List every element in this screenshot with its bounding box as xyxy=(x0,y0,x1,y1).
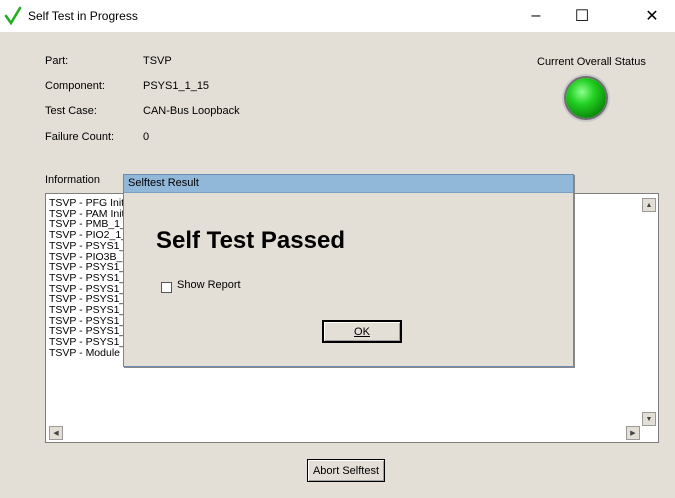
information-label: Information xyxy=(45,174,101,186)
green-check-icon xyxy=(4,6,22,26)
status-indicator-icon xyxy=(566,78,606,118)
part-label: Part: xyxy=(45,55,69,67)
part-value: TSVP xyxy=(143,55,172,67)
testcase-value: CAN-Bus Loopback xyxy=(143,105,240,117)
ok-button-label: OK xyxy=(354,325,370,338)
maximize-button[interactable]: ☐ xyxy=(559,0,605,32)
title-bar: Self Test in Progress – ☐ ✕ xyxy=(0,0,675,32)
failure-count-value: 0 xyxy=(143,131,150,143)
show-report-label[interactable]: Show Report xyxy=(177,279,241,291)
status-label: Current Overall Status xyxy=(537,56,646,68)
failure-count-label: Failure Count: xyxy=(45,131,115,143)
minimize-button[interactable]: – xyxy=(513,0,559,32)
scroll-down-arrow-icon[interactable]: ▼ xyxy=(642,412,656,426)
close-button[interactable]: ✕ xyxy=(629,0,675,32)
selftest-result-dialog: Selftest Result Self Test Passed Show Re… xyxy=(123,174,574,367)
minimize-icon: – xyxy=(531,7,541,24)
dialog-title-bar: Selftest Result xyxy=(124,175,573,193)
abort-selftest-button[interactable]: Abort Selftest xyxy=(307,459,385,482)
component-value: PSYS1_1_15 xyxy=(143,80,210,92)
maximize-icon: ☐ xyxy=(574,8,590,25)
scroll-left-arrow-icon[interactable]: ◀ xyxy=(49,426,63,440)
window-title: Self Test in Progress xyxy=(28,9,138,23)
show-report-checkbox[interactable] xyxy=(161,282,172,293)
result-message: Self Test Passed xyxy=(156,227,345,254)
close-icon: ✕ xyxy=(645,8,659,25)
dialog-title: Selftest Result xyxy=(128,177,199,189)
ok-button[interactable]: OK xyxy=(322,320,402,343)
scroll-right-arrow-icon[interactable]: ▶ xyxy=(626,426,640,440)
scroll-up-arrow-icon[interactable]: ▲ xyxy=(642,198,656,212)
component-label: Component: xyxy=(45,80,105,92)
testcase-label: Test Case: xyxy=(45,105,97,117)
